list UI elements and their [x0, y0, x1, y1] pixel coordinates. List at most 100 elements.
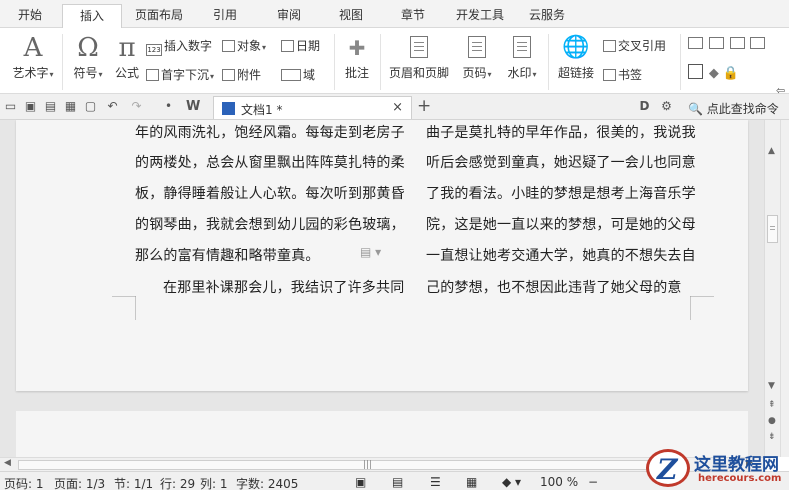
side-panel-strip[interactable]	[780, 120, 789, 457]
scroll-thumb[interactable]	[767, 215, 778, 243]
comment-button[interactable]: ✚ 批注	[340, 32, 374, 81]
form-controls-group	[688, 36, 767, 50]
paste-options-icon[interactable]: ▤ ▾	[360, 245, 381, 259]
eraser-icon[interactable]: ◆	[709, 66, 719, 81]
scroll-left-icon[interactable]: ◀	[4, 458, 11, 468]
cross-reference-button[interactable]: 交叉引用	[603, 37, 666, 54]
date-button[interactable]: 日期	[281, 37, 320, 54]
checkbox-control-icon[interactable]	[708, 37, 724, 49]
next-page[interactable]	[16, 411, 748, 457]
document-tab[interactable]: 文档1 * ×	[213, 96, 412, 119]
tab-chapter[interactable]: 章节	[388, 4, 438, 28]
symbol-button[interactable]: Ω 符号▾	[68, 32, 108, 81]
status-word-count[interactable]: 字数: 2405	[236, 475, 298, 490]
outline-view-icon[interactable]: ☰	[430, 475, 441, 489]
tab-home[interactable]: 开始	[8, 4, 52, 28]
page-view-icon[interactable]: ▤	[392, 475, 403, 489]
customize-icon[interactable]: •	[162, 100, 175, 113]
text-line: 院，这是她一直以来的梦想，可是她的父母	[426, 217, 696, 233]
bookmark-button[interactable]: 书签	[603, 66, 642, 83]
page[interactable]: 年的风雨洗礼，饱经风霜。每每走到老房子 的两楼处，总会从窗里飘出阵阵莫扎特的柔 …	[16, 120, 748, 391]
settings-icon[interactable]: ⚙	[660, 100, 673, 113]
tab-insert[interactable]: 插入	[62, 4, 122, 29]
hyperlink-button[interactable]: 🌐 超链接	[554, 32, 598, 81]
eye-protection-icon[interactable]: ◆ ▾	[502, 475, 521, 489]
close-icon[interactable]: ×	[392, 100, 403, 115]
status-pages: 页面: 1/3	[54, 477, 106, 490]
redo-icon[interactable]: ↷	[130, 100, 143, 113]
field-button[interactable]: 域	[281, 66, 315, 83]
omega-icon: Ω	[77, 33, 99, 63]
scroll-up-icon[interactable]: ▲	[768, 146, 775, 156]
text-line: 了我的看法。小眭的梦想是想考上海音乐学	[426, 186, 696, 202]
calendar-icon	[281, 40, 294, 52]
tab-review[interactable]: 审阅	[264, 4, 314, 28]
object-icon	[222, 40, 235, 52]
next-page-icon[interactable]: ⇟	[768, 432, 776, 442]
find-command-box[interactable]: 🔍 点此查找命令	[688, 100, 779, 117]
combo-control-icon[interactable]	[729, 37, 745, 49]
save-icon[interactable]: ▣	[24, 100, 37, 113]
fullscreen-view-icon[interactable]: ▣	[355, 475, 366, 489]
site-logo: Z	[646, 449, 690, 487]
prev-page-icon[interactable]: ⇞	[768, 400, 776, 410]
site-watermark: Z 这里教程网 herecours.com	[646, 447, 789, 490]
art-text-button[interactable]: A 艺术字▾	[8, 32, 58, 81]
text-line: 一直想让她考交通大学，她真的不想失去自	[426, 248, 696, 264]
select-browse-icon[interactable]: ●	[768, 416, 776, 426]
text-box-control-icon[interactable]	[688, 37, 703, 49]
art-text-icon: A	[23, 33, 43, 63]
open-folder-icon[interactable]: ▭	[4, 100, 17, 113]
status-page: 页码: 1	[4, 477, 44, 490]
tab-page-layout[interactable]: 页面布局	[126, 4, 192, 28]
formula-button[interactable]: π 公式	[112, 32, 142, 81]
object-button[interactable]: 对象▾	[222, 37, 266, 54]
new-tab-icon[interactable]: +	[417, 96, 431, 116]
margin-corner-left	[112, 296, 136, 320]
cross-reference-icon	[603, 40, 616, 52]
text-line: 听后会感觉到童真，她迟疑了一会儿也同意	[426, 155, 696, 171]
text-line: 的两楼处，总会从窗里飘出阵阵莫扎特的柔	[135, 155, 405, 171]
site-url: herecours.com	[698, 473, 782, 484]
print-preview-icon[interactable]: ▢	[84, 100, 97, 113]
horizontal-scroll-thumb[interactable]: |||	[18, 460, 673, 470]
tab-references[interactable]: 引用	[200, 4, 250, 28]
lock-icon[interactable]: 🔒	[723, 66, 739, 81]
tab-developer[interactable]: 开发工具	[448, 4, 512, 28]
search-icon: 🔍	[688, 102, 703, 116]
web-view-icon[interactable]: ▦	[466, 475, 477, 489]
watermark-icon	[500, 32, 544, 64]
header-footer-button[interactable]: 页眉和页脚	[386, 32, 452, 81]
scroll-down-icon[interactable]: ▼	[768, 381, 775, 391]
site-name: 这里教程网	[694, 455, 779, 475]
vertical-scrollbar[interactable]: ▲ ▼ ⇞ ● ⇟	[764, 120, 780, 457]
header-footer-icon	[386, 32, 452, 64]
doc-status-icon[interactable]: D	[638, 100, 651, 113]
form-actions-group: ◆ 🔒	[688, 64, 739, 81]
margin-corner-right	[690, 296, 714, 320]
tab-cloud[interactable]: 云服务	[522, 4, 572, 28]
picture-control-icon[interactable]	[750, 37, 766, 49]
zoom-out-icon[interactable]: −	[588, 475, 598, 489]
bookmark-icon	[603, 69, 616, 81]
insert-number-button[interactable]: 123 插入数字	[146, 37, 212, 56]
print-icon[interactable]: ▦	[64, 100, 77, 113]
pi-icon: π	[118, 33, 136, 63]
attachment-button[interactable]: 附件	[222, 66, 261, 83]
drop-cap-button[interactable]: 首字下沉▾	[146, 66, 214, 83]
text-line: 己的梦想，也不想因此违背了她父母的意	[426, 280, 682, 296]
watermark-button[interactable]: 水印▾	[500, 32, 544, 81]
page-number-button[interactable]: 页码▾	[455, 32, 499, 81]
quick-access-bar: ▭ ▣ ▤ ▦ ▢ ↶ ↷ • W 文档1 * × + D ⚙ 🔍 点此查找命令	[0, 94, 789, 120]
wps-writer-icon: W	[186, 99, 201, 114]
tab-view[interactable]: 视图	[326, 4, 376, 28]
export-pdf-icon[interactable]: ▤	[44, 100, 57, 113]
zoom-level[interactable]: 100 %	[540, 475, 578, 489]
text-line: 板，静得睡着般让人心软。每次听到那黄昏	[135, 186, 405, 202]
text-line: 年的风雨洗礼，饱经风霜。每每走到老房子	[135, 125, 405, 141]
document-area: 年的风雨洗礼，饱经风霜。每每走到老房子 的两楼处，总会从窗里飘出阵阵莫扎特的柔 …	[0, 120, 764, 457]
undo-icon[interactable]: ↶	[106, 100, 119, 113]
status-column: 列: 1	[200, 477, 228, 490]
design-mode-icon[interactable]	[688, 64, 703, 79]
field-icon	[281, 69, 301, 81]
